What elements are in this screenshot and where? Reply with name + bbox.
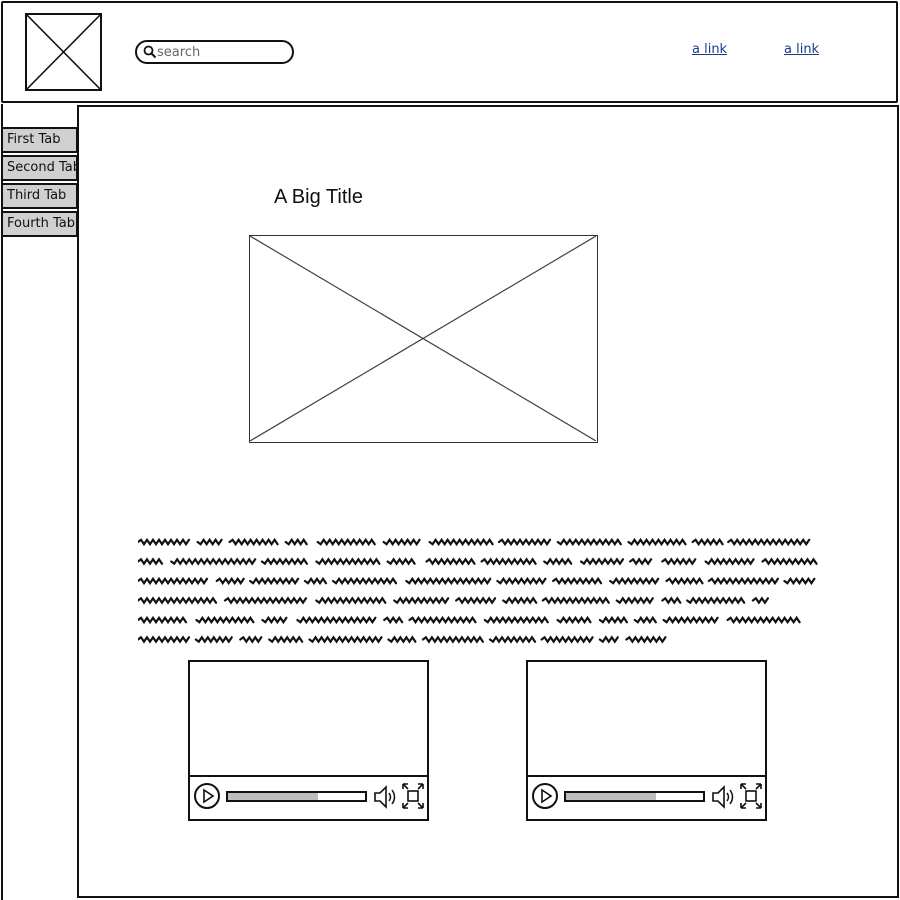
scribble-word <box>239 635 263 644</box>
logo-image-placeholder-icon <box>25 13 102 91</box>
search-box[interactable] <box>135 40 294 64</box>
scribble-word <box>383 615 404 625</box>
scribble-word <box>615 596 654 605</box>
scribble-word <box>665 576 704 586</box>
scribble-word <box>138 635 191 644</box>
scribble-word <box>138 537 191 547</box>
scribble-word <box>425 557 476 566</box>
video-player-2[interactable] <box>526 660 767 821</box>
scribble-word <box>308 635 383 644</box>
scribble-word <box>629 557 653 566</box>
scribble-word <box>316 537 376 547</box>
scribble-word <box>393 596 450 605</box>
scribble-word <box>223 596 308 605</box>
scribble-word <box>609 576 660 586</box>
scribble-word <box>540 635 594 644</box>
scribble-word <box>331 576 398 586</box>
scribble-word <box>196 537 223 547</box>
search-icon <box>143 45 157 59</box>
scribble-word <box>704 557 755 566</box>
scribble-word <box>488 635 537 644</box>
scribble-word <box>405 576 492 586</box>
scribble-word <box>661 557 697 566</box>
scribble-word <box>138 615 188 625</box>
paragraph-text-placeholder <box>138 537 818 644</box>
scribble-word <box>751 596 769 605</box>
scribble-word <box>598 615 628 625</box>
video-progress-bar[interactable] <box>226 791 367 802</box>
header-link-2[interactable]: a link <box>784 42 819 57</box>
scribble-word <box>556 537 622 547</box>
tab-fourth[interactable]: Fourth Tab <box>1 211 78 237</box>
video-controls <box>528 775 765 819</box>
scribble-word <box>138 557 164 566</box>
scribble-word <box>627 537 687 547</box>
scribble-word <box>598 635 619 644</box>
scribble-word <box>497 537 552 547</box>
scribble-word <box>428 537 494 547</box>
hero-image-placeholder-icon <box>249 235 598 443</box>
scribble-word <box>455 596 497 605</box>
scribble-word <box>170 557 257 566</box>
volume-icon[interactable] <box>373 783 399 811</box>
scribble-word <box>480 557 537 566</box>
volume-icon[interactable] <box>711 783 737 811</box>
video-progress-fill <box>228 793 319 800</box>
scribble-word <box>633 615 657 625</box>
scribble-word <box>662 615 719 625</box>
header-link-1[interactable]: a link <box>692 42 727 57</box>
scribble-word <box>303 576 328 586</box>
scribble-word <box>215 576 245 586</box>
scribble-word <box>661 596 682 605</box>
scribble-word <box>194 635 233 644</box>
scribble-word <box>228 537 279 547</box>
scribble-word <box>552 576 603 586</box>
scribble-word <box>138 576 209 586</box>
scribble-word <box>138 596 218 605</box>
scribble-word <box>195 615 255 625</box>
scribble-word <box>284 537 308 547</box>
scribble-word <box>408 615 477 625</box>
scribble-word <box>691 537 724 547</box>
scribble-word <box>261 615 288 625</box>
scribble-word <box>502 596 538 605</box>
play-icon[interactable] <box>194 783 220 809</box>
scribble-word <box>483 615 549 625</box>
scribble-word <box>543 557 573 566</box>
scribble-word <box>315 596 387 605</box>
scribble-word <box>707 576 779 586</box>
scribble-word <box>268 635 304 644</box>
scribble-word <box>761 557 818 566</box>
video-controls <box>190 775 427 819</box>
scribble-word <box>382 537 421 547</box>
scribble-word <box>249 576 300 586</box>
scribble-word <box>625 635 667 644</box>
fullscreen-icon[interactable] <box>401 782 425 810</box>
tab-second[interactable]: Second Tab <box>1 155 78 181</box>
fullscreen-icon[interactable] <box>739 782 763 810</box>
scribble-word <box>579 557 625 566</box>
search-input[interactable] <box>157 43 287 61</box>
scribble-word <box>541 596 610 605</box>
scribble-word <box>783 576 816 586</box>
video-progress-fill <box>566 793 657 800</box>
scribble-word <box>686 596 746 605</box>
page-title: A Big Title <box>274 186 363 208</box>
scribble-word <box>726 615 801 625</box>
play-icon[interactable] <box>532 783 558 809</box>
video-progress-bar[interactable] <box>564 791 705 802</box>
video-player-1[interactable] <box>188 660 429 821</box>
scribble-word <box>386 557 416 566</box>
scribble-word <box>556 615 592 625</box>
scribble-word <box>260 557 308 566</box>
tab-first[interactable]: First Tab <box>1 127 78 153</box>
scribble-word <box>727 537 811 547</box>
scribble-word <box>296 615 377 625</box>
scribble-word <box>315 557 381 566</box>
tab-third[interactable]: Third Tab <box>1 183 78 209</box>
scribble-word <box>387 635 417 644</box>
scribble-word <box>421 635 484 644</box>
scribble-word <box>496 576 547 586</box>
